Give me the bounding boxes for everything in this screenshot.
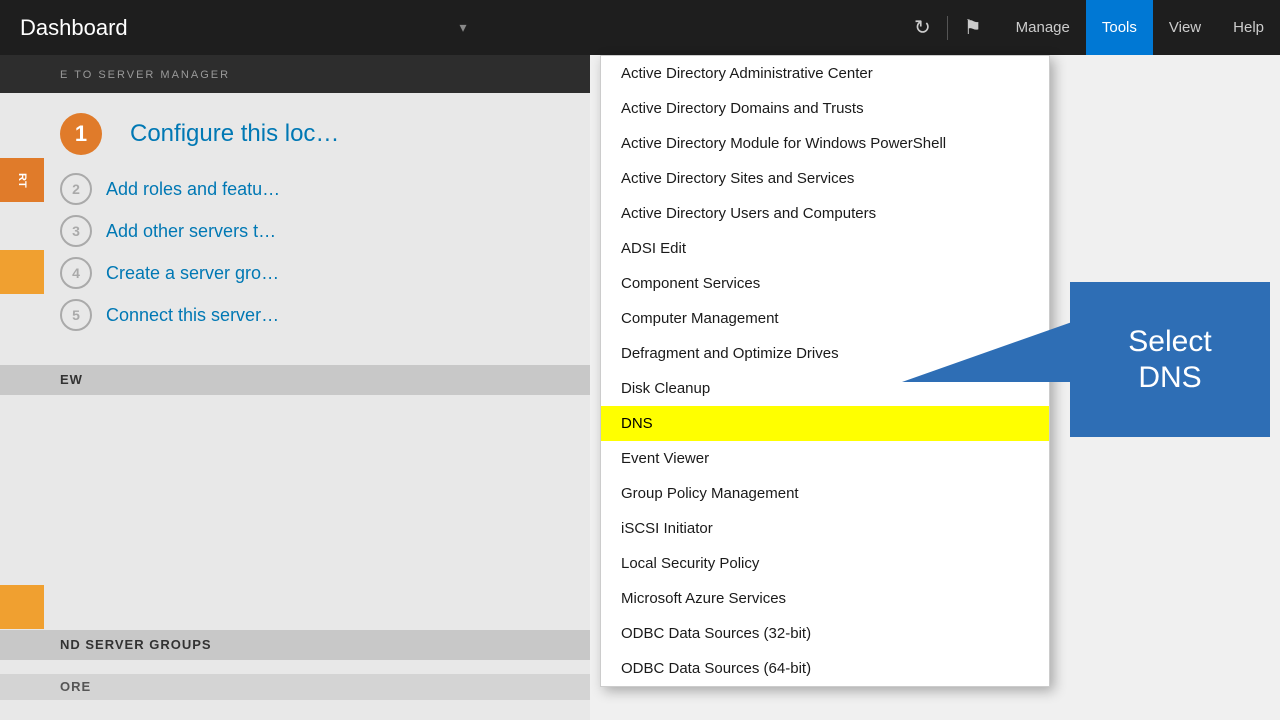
step-3-label[interactable]: Add other servers t…	[106, 221, 276, 242]
step-1-circle: 1	[60, 113, 102, 155]
rt-label: RT	[16, 173, 28, 188]
menu-tools[interactable]: Tools	[1086, 0, 1153, 55]
dropdown-item-17[interactable]: ODBC Data Sources (64-bit)	[601, 651, 1049, 686]
dropdown-item-14[interactable]: Local Security Policy	[601, 546, 1049, 581]
section-label-bottom: ND SERVER GROUPS	[0, 630, 590, 660]
orange-accent-bot	[0, 585, 44, 629]
step-4-circle: 4	[60, 257, 92, 289]
section-label-ew: EW	[0, 365, 590, 395]
left-panel: E TO SERVER MANAGER 1 Configure this loc…	[0, 55, 590, 720]
menu-help[interactable]: Help	[1217, 0, 1280, 55]
callout-arrow	[902, 322, 1072, 382]
step-1-label[interactable]: Configure this loc…	[130, 120, 339, 148]
steps-list: 2 Add roles and featu… 3 Add other serve…	[0, 161, 590, 343]
callout-box: SelectDNS	[1070, 282, 1270, 437]
menu-manage[interactable]: Manage	[1000, 0, 1086, 55]
toolbar-divider	[947, 16, 948, 40]
step-5-item: 5 Connect this server…	[60, 299, 566, 331]
dropdown-item-12[interactable]: Group Policy Management	[601, 476, 1049, 511]
menu-bar: Manage Tools View Help	[1000, 0, 1280, 55]
step-2-label[interactable]: Add roles and featu…	[106, 179, 280, 200]
dropdown-item-13[interactable]: iSCSI Initiator	[601, 511, 1049, 546]
title-dropdown-arrow[interactable]: ▾	[453, 19, 472, 36]
step-2-circle: 2	[60, 173, 92, 205]
section-label-ore: ORE	[0, 674, 590, 700]
step-2-item: 2 Add roles and featu…	[60, 173, 566, 205]
step-4-item: 4 Create a server gro…	[60, 257, 566, 289]
dropdown-item-1[interactable]: Active Directory Domains and Trusts	[601, 91, 1049, 126]
step-5-circle: 5	[60, 299, 92, 331]
app-title: Dashboard	[0, 15, 453, 41]
welcome-subtitle: E TO SERVER MANAGER	[60, 69, 566, 81]
dropdown-item-10[interactable]: DNS	[601, 406, 1049, 441]
ore-label: ORE	[60, 679, 91, 694]
dropdown-item-5[interactable]: ADSI Edit	[601, 231, 1049, 266]
ew-label: EW	[60, 372, 83, 387]
step-3-item: 3 Add other servers t…	[60, 215, 566, 247]
step-4-label[interactable]: Create a server gro…	[106, 263, 279, 284]
orange-accent-mid	[0, 250, 44, 294]
toolbar-icons: ↻ ⚑	[906, 11, 1000, 44]
title-bar: Dashboard ▾ ↻ ⚑ Manage Tools View Help	[0, 0, 1280, 55]
step-3-circle: 3	[60, 215, 92, 247]
callout-text: SelectDNS	[1128, 324, 1211, 396]
dropdown-item-3[interactable]: Active Directory Sites and Services	[601, 161, 1049, 196]
dropdown-item-0[interactable]: Active Directory Administrative Center	[601, 56, 1049, 91]
rt-accent: RT	[0, 158, 44, 202]
refresh-button[interactable]: ↻	[906, 11, 939, 44]
dropdown-item-2[interactable]: Active Directory Module for Windows Powe…	[601, 126, 1049, 161]
refresh-icon: ↻	[914, 15, 931, 40]
menu-view[interactable]: View	[1153, 0, 1217, 55]
dropdown-item-11[interactable]: Event Viewer	[601, 441, 1049, 476]
flag-icon: ⚑	[964, 15, 982, 40]
flag-button[interactable]: ⚑	[956, 11, 990, 44]
dropdown-item-6[interactable]: Component Services	[601, 266, 1049, 301]
dropdown-item-16[interactable]: ODBC Data Sources (32-bit)	[601, 616, 1049, 651]
dropdown-item-4[interactable]: Active Directory Users and Computers	[601, 196, 1049, 231]
step-5-label[interactable]: Connect this server…	[106, 305, 279, 326]
dropdown-item-15[interactable]: Microsoft Azure Services	[601, 581, 1049, 616]
quick-start-header: 1 Configure this loc…	[0, 93, 590, 161]
bottom-label: ND SERVER GROUPS	[60, 637, 212, 652]
welcome-banner: E TO SERVER MANAGER	[0, 55, 590, 93]
